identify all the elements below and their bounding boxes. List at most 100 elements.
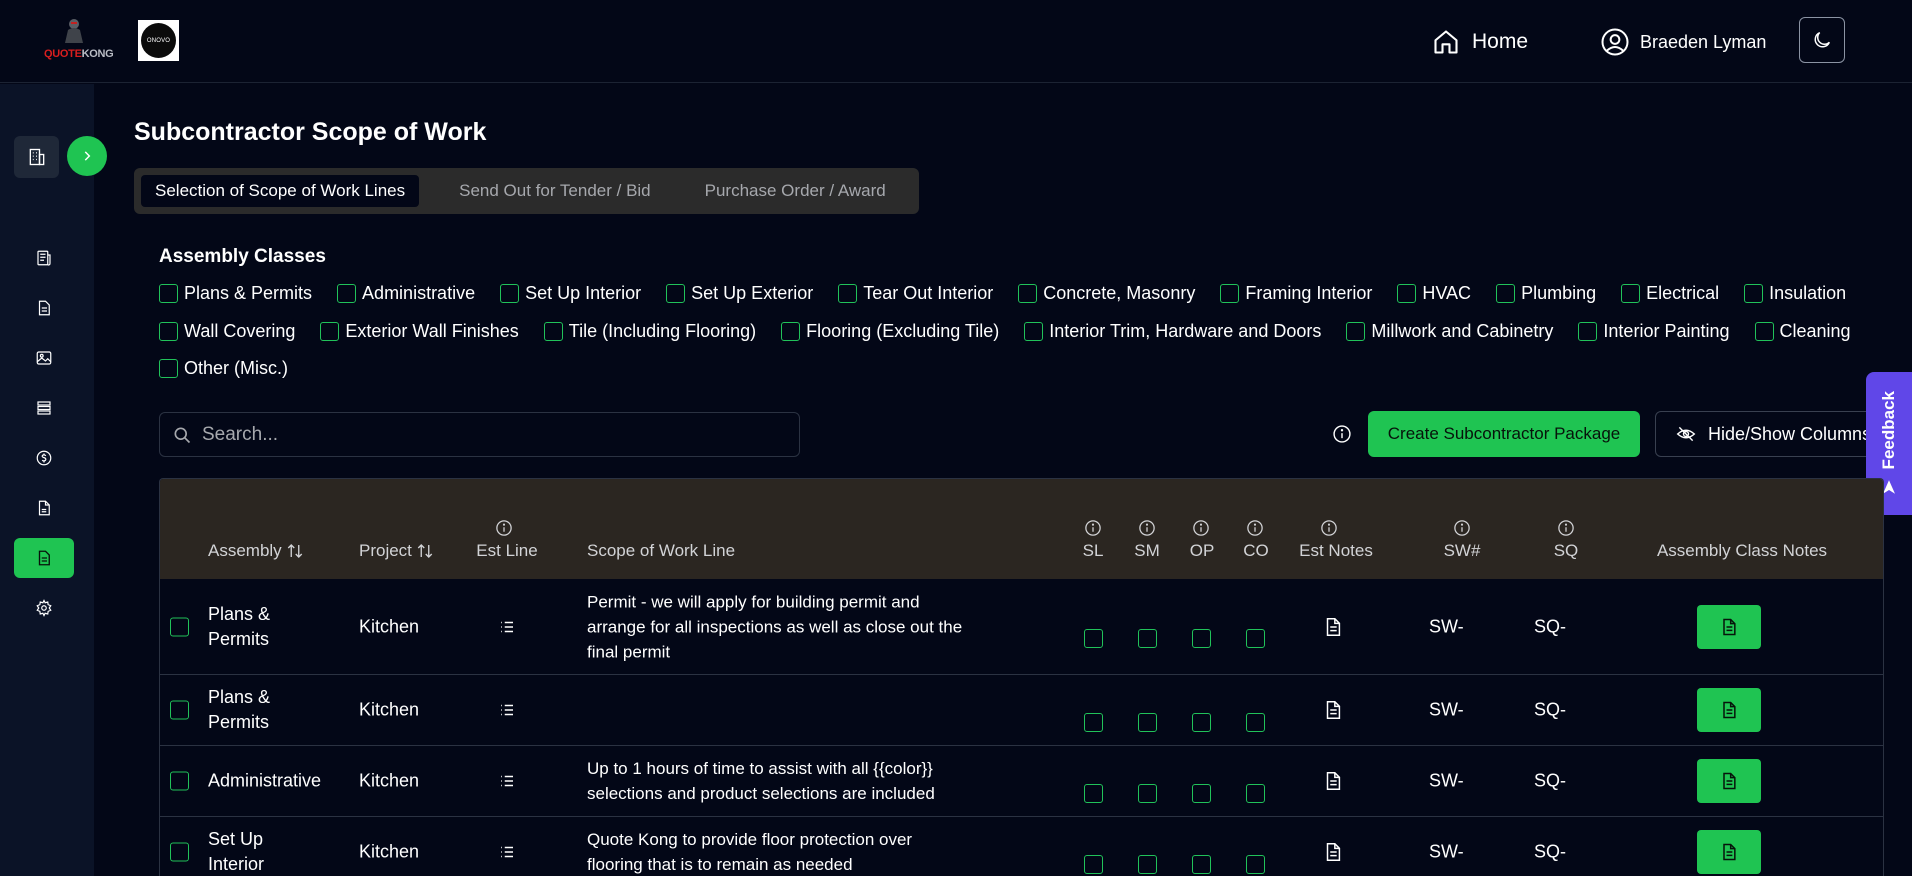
checkbox[interactable] [1496,284,1516,303]
info-icon[interactable] [1332,424,1352,444]
info-icon[interactable] [495,519,513,537]
est-notes-icon[interactable] [1322,698,1344,722]
filter-framing-interior[interactable]: Framing Interior [1220,283,1372,304]
theme-toggle-button[interactable] [1799,17,1845,63]
filter-electrical[interactable]: Electrical [1621,283,1719,304]
checkbox[interactable] [159,284,178,303]
sidebar-item-estimates[interactable] [14,238,74,278]
checkbox-sl[interactable] [1084,784,1103,803]
quote-kong-logo[interactable]: QUOTEKONG [42,18,114,62]
checkbox-op[interactable] [1192,855,1211,874]
checkbox[interactable] [159,359,178,378]
checkbox-op[interactable] [1192,784,1211,803]
tab-selection[interactable]: Selection of Scope of Work Lines [141,175,420,207]
est-notes-icon[interactable] [1322,840,1344,864]
list-icon[interactable] [498,618,516,636]
list-icon[interactable] [498,701,516,719]
est-notes-icon[interactable] [1322,769,1344,793]
info-icon[interactable] [1192,519,1210,537]
nav-home-link[interactable]: Home [1432,26,1528,58]
filter-administrative[interactable]: Administrative [337,283,475,304]
filter-plumbing[interactable]: Plumbing [1496,283,1596,304]
filter-plans-permits[interactable]: Plans & Permits [159,283,312,304]
checkbox[interactable] [500,284,520,303]
info-icon[interactable] [1320,519,1338,537]
checkbox[interactable] [1621,284,1641,303]
sidebar-item-reports[interactable] [14,488,74,528]
checkbox[interactable] [543,322,563,341]
info-icon[interactable] [1084,519,1102,537]
search-input[interactable] [202,423,762,446]
info-icon[interactable] [1453,519,1471,537]
info-icon[interactable] [1246,519,1264,537]
checkbox[interactable] [1346,322,1366,341]
sidebar-item-finance[interactable] [14,438,74,478]
row-select-checkbox[interactable] [170,771,189,791]
list-icon[interactable] [498,772,516,790]
checkbox-sm[interactable] [1138,784,1157,803]
filter-set-up-exterior[interactable]: Set Up Exterior [666,283,813,304]
checkbox-sm[interactable] [1138,629,1157,648]
filter-interior-trim[interactable]: Interior Trim, Hardware and Doors [1024,321,1321,342]
checkbox-sl[interactable] [1084,713,1103,732]
sidebar-expand-button[interactable] [67,136,107,176]
checkbox-sl[interactable] [1084,629,1103,648]
filter-concrete-masonry[interactable]: Concrete, Masonry [1018,283,1195,304]
row-select-checkbox[interactable] [170,700,189,720]
filter-set-up-interior[interactable]: Set Up Interior [500,283,641,304]
assembly-class-notes-button[interactable] [1697,759,1761,803]
sidebar-item-settings[interactable] [14,588,74,628]
filter-tile[interactable]: Tile (Including Flooring) [543,321,756,342]
checkbox-sm[interactable] [1138,713,1157,732]
info-icon[interactable] [1138,519,1156,537]
checkbox-co[interactable] [1246,855,1265,874]
sidebar-item-scope-of-work[interactable] [14,538,74,578]
header-assembly[interactable]: Assembly [208,541,304,561]
filter-wall-covering[interactable]: Wall Covering [159,321,295,342]
filter-cleaning[interactable]: Cleaning [1754,321,1851,342]
checkbox[interactable] [320,322,340,341]
checkbox-sm[interactable] [1138,855,1157,874]
checkbox[interactable] [1578,322,1598,341]
filter-flooring[interactable]: Flooring (Excluding Tile) [781,321,999,342]
sidebar-company-button[interactable] [14,136,59,178]
filter-hvac[interactable]: HVAC [1397,283,1471,304]
checkbox[interactable] [838,284,858,303]
list-icon[interactable] [498,843,516,861]
checkbox[interactable] [159,322,178,341]
filter-interior-painting[interactable]: Interior Painting [1578,321,1730,342]
filter-tear-out-interior[interactable]: Tear Out Interior [838,283,993,304]
checkbox[interactable] [1754,322,1774,341]
info-icon[interactable] [1557,519,1575,537]
row-select-checkbox[interactable] [170,842,189,862]
est-notes-icon[interactable] [1322,615,1344,639]
assembly-class-notes-button[interactable] [1697,604,1761,649]
checkbox[interactable] [1024,322,1044,341]
filter-millwork[interactable]: Millwork and Cabinetry [1346,321,1553,342]
checkbox[interactable] [1018,284,1038,303]
checkbox-co[interactable] [1246,629,1265,648]
filter-insulation[interactable]: Insulation [1744,283,1846,304]
user-menu[interactable]: Braeden Lyman [1600,26,1766,58]
checkbox[interactable] [1220,284,1240,303]
filter-exterior-wall-finishes[interactable]: Exterior Wall Finishes [320,321,519,342]
checkbox[interactable] [781,322,801,341]
checkbox-co[interactable] [1246,784,1265,803]
header-project[interactable]: Project [359,541,434,561]
checkbox-op[interactable] [1192,713,1211,732]
checkbox[interactable] [337,284,357,303]
row-select-checkbox[interactable] [170,617,189,636]
sidebar-item-photos[interactable] [14,338,74,378]
company-logo[interactable]: ONOVO [138,20,179,61]
tab-tender[interactable]: Send Out for Tender / Bid [445,175,665,207]
checkbox-op[interactable] [1192,629,1211,648]
filter-other[interactable]: Other (Misc.) [159,358,288,379]
checkbox[interactable] [1397,284,1417,303]
sidebar-item-list[interactable] [14,388,74,428]
assembly-class-notes-button[interactable] [1697,688,1761,732]
checkbox[interactable] [1744,284,1764,303]
checkbox-sl[interactable] [1084,855,1103,874]
sidebar-item-documents[interactable] [14,288,74,328]
create-subcontractor-package-button[interactable]: Create Subcontractor Package [1368,411,1640,457]
assembly-class-notes-button[interactable] [1697,830,1761,874]
